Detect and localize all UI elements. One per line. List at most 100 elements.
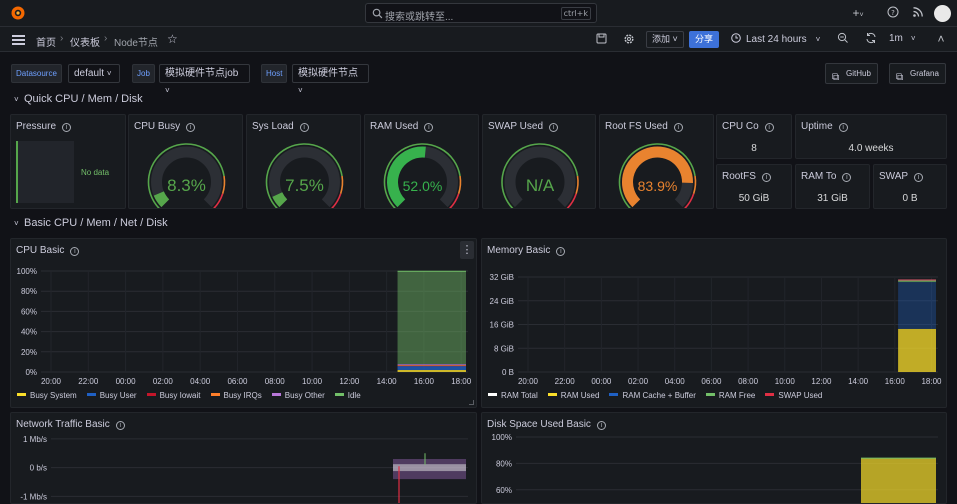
info-icon[interactable]: i: [914, 173, 924, 182]
panel-title-text: Sys Load: [252, 121, 294, 132]
help-icon[interactable]: ?: [886, 6, 900, 20]
area-ram-used: [898, 328, 936, 372]
grafana-logo[interactable]: [10, 5, 26, 21]
x-tick-label: 14:00: [848, 377, 869, 386]
info-icon[interactable]: i: [761, 173, 771, 182]
grafana-link-button[interactable]: ⧉ Grafana: [889, 63, 946, 84]
variable-select-host[interactable]: 模拟硬件节点 ˅: [292, 64, 369, 95]
panel-cpu-busy: CPU Busy i 8.3%: [128, 114, 243, 209]
avatar[interactable]: [934, 5, 951, 22]
time-range-picker[interactable]: Last 24 hours ˅: [731, 33, 820, 45]
info-icon[interactable]: i: [842, 173, 852, 182]
legend-item[interactable]: RAM Free: [705, 391, 755, 400]
legend-item[interactable]: Idle: [334, 391, 361, 400]
panel-title: RAM Used i: [370, 121, 434, 132]
x-tick-label: 08:00: [265, 377, 286, 386]
gauge-threshold-arc: [221, 175, 226, 194]
share-button[interactable]: 分享: [689, 31, 720, 48]
legend-swatch: [146, 393, 156, 396]
save-icon[interactable]: [594, 33, 608, 47]
legend-item[interactable]: Busy Other: [271, 391, 325, 400]
variable-label-host: Host: [261, 64, 288, 83]
row-header-quick[interactable]: ˅ Quick CPU / Mem / Disk: [14, 93, 143, 105]
legend-label: Busy System: [30, 391, 77, 400]
stat-value: 31 GiB: [817, 193, 848, 204]
share-label: 分享: [695, 34, 714, 44]
gauge-value-text: 83.9%: [638, 178, 678, 194]
variable-select-datasource[interactable]: default ˅: [68, 64, 120, 83]
info-icon[interactable]: i: [62, 123, 72, 132]
panel-title: Memory Basic i: [487, 245, 566, 256]
chevron-down-icon: ˅: [815, 35, 821, 44]
info-icon[interactable]: i: [596, 421, 606, 430]
search-input[interactable]: 搜索或跳转至... ctrl+k: [365, 3, 597, 23]
chevron-down-icon: ˅: [14, 95, 19, 104]
resize-handle[interactable]: [469, 400, 474, 405]
panel-ram-used: RAM Used i 52.0%: [364, 114, 479, 209]
y-tick-label: 32 GiB: [490, 273, 514, 282]
x-tick-label: 20:00: [41, 377, 62, 386]
info-icon[interactable]: i: [70, 247, 80, 256]
breadcrumb-dashboards[interactable]: 仪表板: [70, 34, 100, 49]
info-icon[interactable]: i: [838, 123, 848, 132]
panel-menu-icon[interactable]: ⋮: [460, 241, 474, 259]
network-basic-chart: 1 Mb/s 0 b/s -1 Mb/s: [20, 435, 468, 503]
gauge-threshold-arc: [692, 175, 697, 194]
x-tick-label: 18:00: [451, 377, 472, 386]
settings-gear-icon[interactable]: [622, 33, 636, 47]
legend-swatch: [547, 393, 557, 396]
info-icon[interactable]: i: [424, 123, 434, 132]
chevron-up-icon[interactable]: ˄: [934, 32, 948, 46]
legend-item[interactable]: Busy System: [17, 391, 77, 400]
plus-icon[interactable]: +˅: [848, 6, 868, 20]
chevron-down-icon: ˅: [14, 219, 19, 228]
info-icon[interactable]: i: [115, 421, 125, 430]
legend-swatch: [271, 393, 281, 396]
star-icon[interactable]: ☆: [167, 32, 178, 46]
refresh-interval-picker[interactable]: 1m ˅: [889, 33, 916, 44]
x-tick-label: 10:00: [775, 377, 796, 386]
info-icon[interactable]: i: [556, 247, 566, 256]
panel-title-text: Disk Space Used Basic: [487, 419, 591, 430]
legend: Busy System Busy User Busy Iowait Busy IRQs…: [17, 391, 371, 400]
legend-label: Busy IRQs: [223, 391, 262, 400]
legend-item[interactable]: SWAP Used: [765, 391, 822, 400]
info-icon[interactable]: i: [299, 123, 309, 132]
legend-item[interactable]: Busy IRQs: [210, 391, 262, 400]
info-icon[interactable]: i: [764, 123, 774, 132]
legend-item[interactable]: RAM Cache + Buffer: [609, 391, 696, 400]
github-link-button[interactable]: ⧉ GitHub: [825, 63, 878, 84]
gauge-value-text: N/A: [526, 176, 555, 195]
x-tick-label: 04:00: [665, 377, 686, 386]
variable-select-job[interactable]: 模拟硬件节点job ˅: [159, 64, 250, 95]
panel-title: SWAP Used i: [488, 121, 559, 132]
info-icon[interactable]: i: [549, 123, 559, 132]
breadcrumb-home[interactable]: 首页: [36, 34, 56, 49]
refresh-icon[interactable]: [864, 32, 878, 46]
legend-item[interactable]: RAM Total: [488, 391, 538, 400]
panel-title-text: CPU Busy: [134, 121, 181, 132]
area-busy-user: [397, 365, 466, 370]
panel-sys-load: Sys Load i 7.5%: [246, 114, 361, 209]
panel-title-text: CPU Basic: [16, 245, 65, 256]
y-tick-label: 40%: [21, 328, 37, 337]
x-tick-label: 22:00: [78, 377, 99, 386]
area-traffic-core: [393, 464, 466, 472]
rss-icon: [913, 7, 923, 17]
legend-label: SWAP Used: [778, 391, 823, 400]
info-icon[interactable]: i: [673, 123, 683, 132]
gauge: 7.5%: [265, 143, 344, 208]
chevron-right-icon: ›: [104, 33, 108, 44]
row-header-basic[interactable]: ˅ Basic CPU / Mem / Net / Disk: [14, 217, 168, 229]
info-icon[interactable]: i: [186, 123, 196, 132]
menu-icon[interactable]: [12, 35, 25, 45]
panel-title: SWAP i: [879, 171, 924, 182]
legend-item[interactable]: RAM Used: [547, 391, 599, 400]
legend-item[interactable]: Busy Iowait: [146, 391, 201, 400]
chevron-down-icon: ˅: [106, 69, 112, 78]
zoom-out-icon[interactable]: [836, 32, 850, 46]
legend-item[interactable]: Busy User: [86, 391, 137, 400]
add-button[interactable]: 添加 ˅: [646, 31, 684, 48]
row-title: Basic CPU / Mem / Net / Disk: [24, 217, 168, 229]
news-icon[interactable]: [911, 6, 925, 20]
